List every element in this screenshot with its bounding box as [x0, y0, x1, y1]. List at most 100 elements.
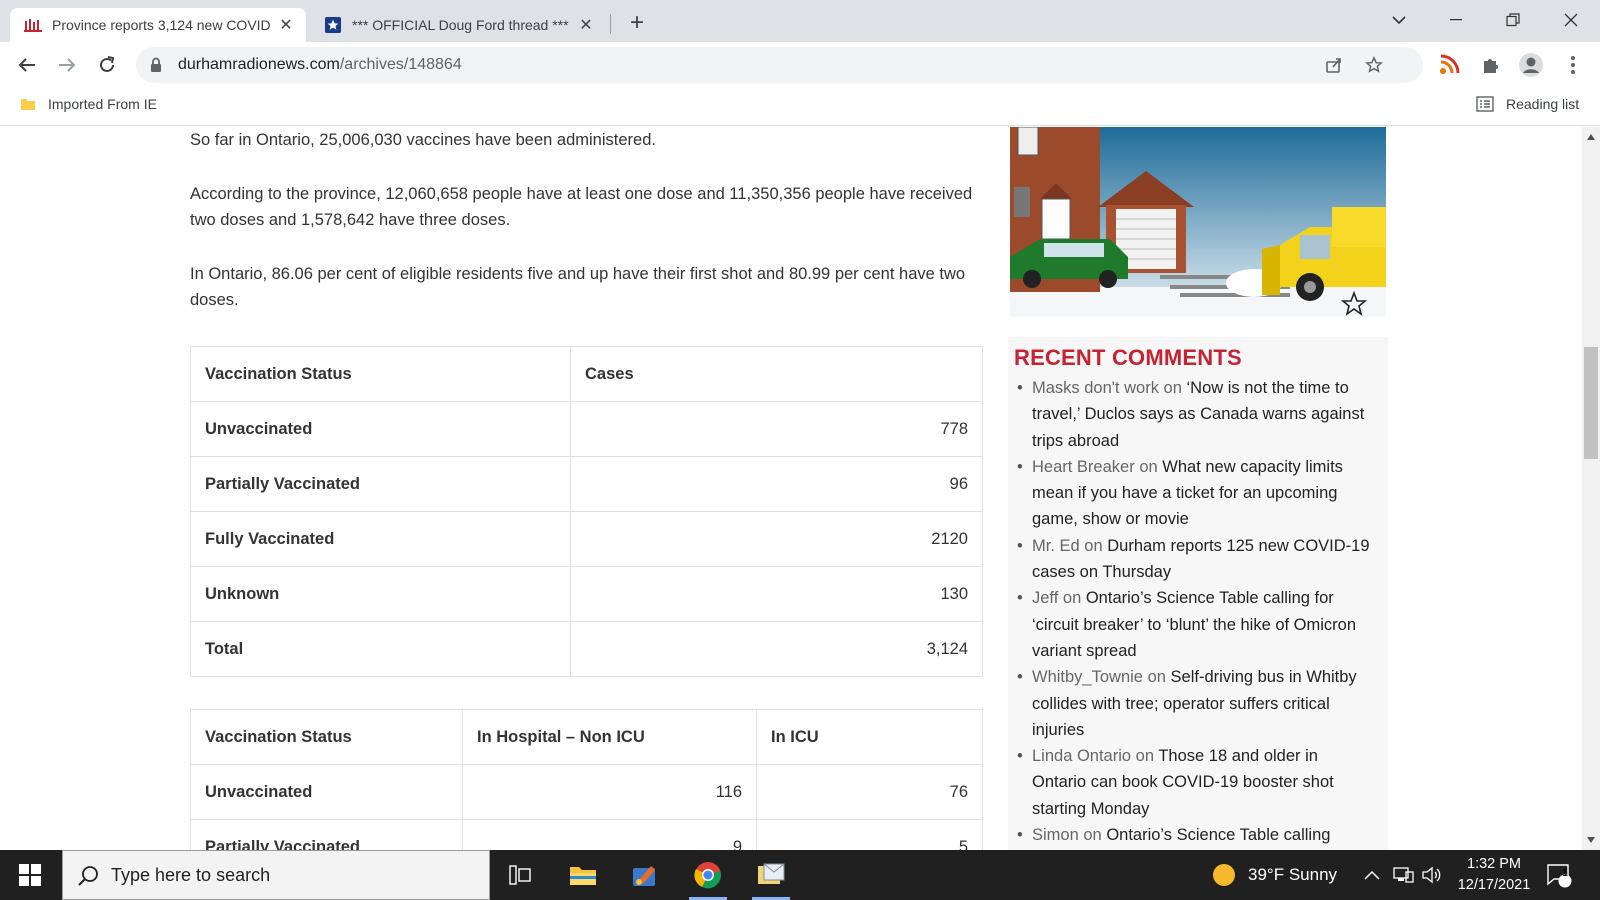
restore-icon[interactable]	[1490, 6, 1536, 34]
comment-on-label: on	[1163, 379, 1182, 397]
system-clock[interactable]: 1:32 PM 12/17/2021	[1450, 854, 1538, 896]
list-item: Simon on Ontario’s Science Table calling	[1017, 822, 1372, 849]
url-domain: durhamradionews.com	[178, 56, 340, 73]
tab-province-reports[interactable]: Province reports 3,124 new COVID-19 case…	[10, 8, 306, 42]
forward-arrow-icon	[59, 58, 76, 72]
comment-author: Linda Ontario	[1032, 747, 1132, 766]
taskbar-search-box[interactable]: Type here to search	[62, 850, 490, 900]
table-header-cell: Vaccination Status	[190, 346, 571, 402]
article-paragraph-percent: In Ontario, 86.06 per cent of eligible r…	[190, 265, 966, 309]
sun-icon	[1213, 864, 1235, 886]
table-cell: 5	[756, 819, 983, 850]
extensions-puzzle-icon[interactable]	[1478, 52, 1504, 78]
table-header-cell: Cases	[570, 346, 983, 402]
volume-icon[interactable]	[1422, 850, 1442, 900]
close-tab-icon[interactable]: ✕	[278, 15, 294, 35]
table-cell: 778	[570, 401, 983, 457]
table-cell: 76	[756, 764, 983, 820]
bookmarks-bar: Imported From IE Reading list	[0, 88, 1600, 126]
comment-post-link[interactable]: Ontario’s Science Table calling	[1106, 826, 1330, 844]
weather-widget[interactable]: 39°F Sunny	[1212, 850, 1337, 900]
notifications-button[interactable]: 1	[1546, 850, 1572, 900]
profile-avatar-icon[interactable]	[1518, 52, 1544, 78]
chrome-taskbar-button[interactable]	[683, 850, 733, 900]
reload-button[interactable]	[92, 50, 122, 80]
reading-list-icon	[1476, 96, 1494, 112]
url-text: durhamradionews.com/archives/148864	[178, 56, 462, 74]
table-cell: Unknown	[190, 566, 571, 622]
table-cell: Partially Vaccinated	[190, 456, 571, 512]
table-header-row: Vaccination Status In Hospital – Non ICU…	[190, 709, 983, 765]
weather-text: 39°F Sunny	[1248, 865, 1338, 884]
notification-count: 1	[1561, 867, 1569, 879]
bookmark-imported-from-ie[interactable]: Imported From IE	[20, 96, 157, 112]
folder-icon	[21, 99, 35, 110]
start-button[interactable]	[5, 850, 55, 900]
windows-logo-icon	[19, 864, 41, 886]
forward-button[interactable]	[52, 50, 82, 80]
bookmark-star-icon[interactable]	[1362, 53, 1386, 77]
lock-icon	[151, 57, 161, 72]
hospitalizations-table: Vaccination Status In Hospital – Non ICU…	[190, 709, 983, 850]
table-row: Fully Vaccinated 2120	[190, 511, 983, 567]
mail-taskbar-button[interactable]	[746, 850, 796, 900]
back-button[interactable]	[12, 50, 42, 80]
sidebar-ad-image[interactable]	[1010, 127, 1386, 317]
cases-by-vaccination-table: Vaccination Status Cases Unvaccinated 77…	[190, 346, 983, 677]
comment-author: Whitby_Townie	[1032, 668, 1143, 687]
search-icon	[78, 866, 98, 886]
folder-icon	[570, 867, 596, 885]
tab-title: Province reports 3,124 new COVID-19 case…	[52, 17, 270, 33]
tab-search-chevron-icon[interactable]	[1376, 6, 1422, 34]
close-window-icon[interactable]	[1548, 6, 1594, 34]
minimize-icon[interactable]	[1433, 6, 1479, 34]
snow-plow-ad-illustration	[1010, 127, 1386, 317]
tab-doug-ford-thread[interactable]: *** OFFICIAL Doug Ford thread *** ✕	[310, 8, 606, 42]
comment-post-link[interactable]: Durham reports 125 new COVID-19 cases on…	[1032, 537, 1370, 581]
comment-on-label: on	[1083, 826, 1102, 845]
table-row: Partially Vaccinated 96	[190, 456, 983, 512]
page-scrollbar[interactable]	[1582, 127, 1600, 850]
list-item: Mr. Ed on Durham reports 125 new COVID-1…	[1017, 533, 1372, 586]
clock-date: 12/17/2021	[1457, 877, 1531, 893]
browser-toolbar: durhamradionews.com/archives/148864	[0, 42, 1600, 88]
reading-list-button[interactable]: Reading list	[1476, 96, 1579, 112]
chrome-menu-icon[interactable]	[1560, 52, 1586, 78]
bookmark-label: Imported From IE	[48, 96, 157, 112]
comment-post-link[interactable]: Ontario’s Science Table calling for ‘cir…	[1032, 589, 1356, 660]
chrome-icon	[694, 862, 721, 889]
comment-author: Masks don't work	[1032, 379, 1159, 397]
close-tab-icon[interactable]: ✕	[578, 15, 594, 35]
task-view-button[interactable]	[495, 850, 545, 900]
durham-radio-favicon-icon	[24, 19, 42, 32]
list-item: Masks don't work on ‘Now is not the time…	[1017, 375, 1372, 454]
table-header-row: Vaccination Status Cases	[190, 346, 983, 402]
share-icon[interactable]	[1322, 53, 1346, 77]
mail-icon	[758, 863, 785, 884]
table-cell: Fully Vaccinated	[190, 511, 571, 567]
scrollbar-thumb[interactable]	[1584, 347, 1598, 459]
url-path: /archives/148864	[339, 56, 462, 73]
table-cell: 96	[570, 456, 983, 512]
comment-on-label: on	[1139, 457, 1158, 476]
recent-comments-heading: RECENT COMMENTS	[1014, 345, 1242, 370]
comment-on-label: on	[1147, 668, 1166, 687]
table-header-cell: Vaccination Status	[190, 709, 463, 765]
table-cell: 130	[570, 566, 983, 622]
app-button[interactable]	[620, 850, 670, 900]
table-header-cell: In Hospital – Non ICU	[462, 709, 757, 765]
scroll-up-arrow-icon[interactable]	[1586, 133, 1596, 141]
rss-extension-icon[interactable]	[1436, 52, 1462, 78]
list-item: Heart Breaker on What new capacity limit…	[1017, 454, 1372, 533]
comment-on-label: on	[1062, 589, 1082, 608]
network-icon[interactable]	[1392, 850, 1414, 900]
file-explorer-button[interactable]	[558, 850, 608, 900]
table-cell: 3,124	[570, 621, 983, 677]
address-bar[interactable]: durhamradionews.com/archives/148864	[136, 47, 1423, 83]
scroll-down-arrow-icon[interactable]	[1586, 836, 1596, 844]
tab-title: *** OFFICIAL Doug Ford thread ***	[352, 17, 569, 33]
list-item: Whitby_Townie on Self-driving bus in Whi…	[1017, 664, 1372, 743]
comment-on-label: on	[1135, 747, 1155, 766]
new-tab-button[interactable]: +	[622, 8, 652, 38]
show-hidden-icons-button[interactable]	[1364, 850, 1380, 900]
